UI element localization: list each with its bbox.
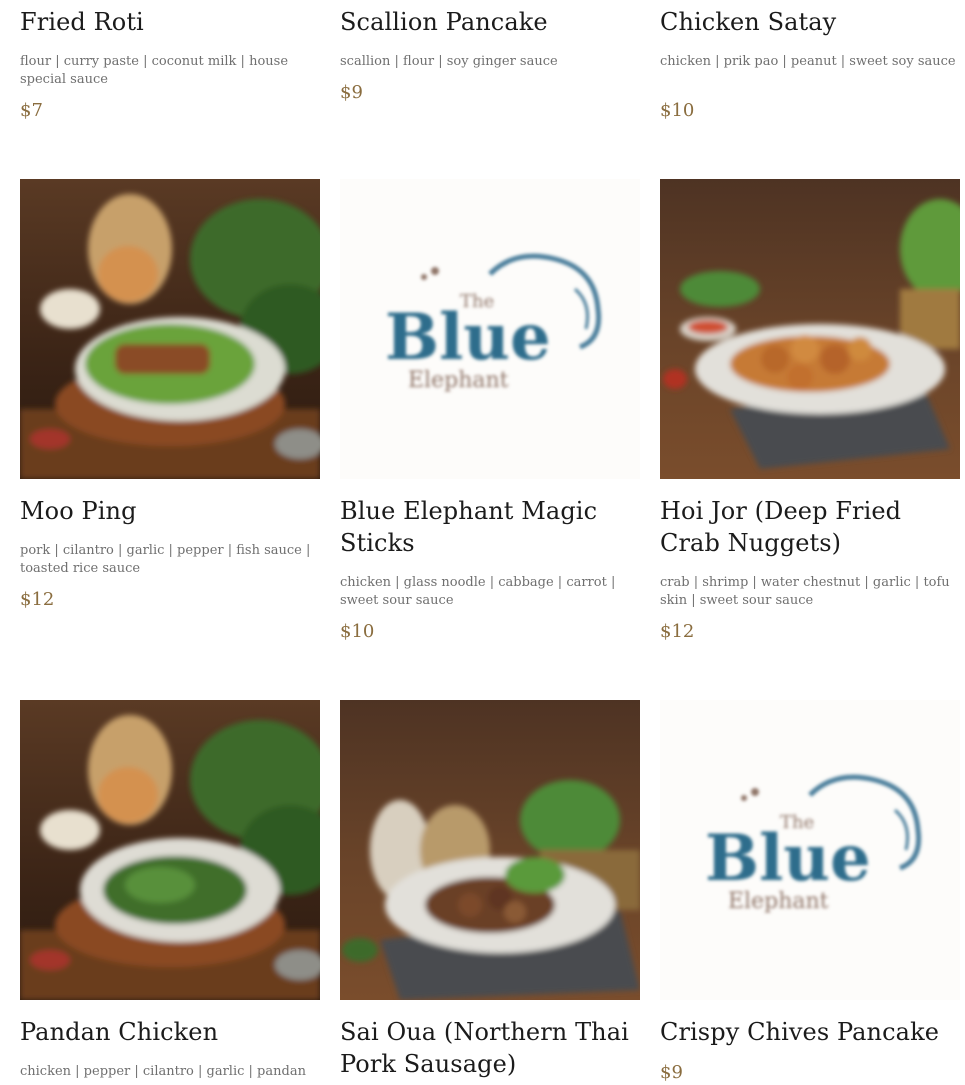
menu-item-price: $9 (340, 82, 363, 103)
logo-placeholder-image[interactable]: The Blue Elephant (340, 179, 640, 479)
menu-item-name: Moo Ping (20, 497, 137, 525)
menu-item-price: $10 (340, 621, 375, 642)
menu-item-name: Chicken Satay (660, 8, 837, 36)
svg-text:Blue: Blue (705, 821, 871, 896)
menu-item-description: chicken | pepper | cilantro | garlic | p… (20, 1064, 306, 1079)
blue-elephant-logo: The Blue Elephant (340, 179, 640, 479)
svg-text:Elephant: Elephant (728, 889, 829, 914)
menu-item-name: Crispy Chives Pancake (660, 1018, 940, 1046)
menu-item-name: Fried Roti (20, 8, 144, 36)
menu-item-price: $9 (660, 1062, 683, 1083)
menu-item-description: pork | cilantro | garlic | pepper | fish… (20, 543, 311, 576)
food-photo[interactable] (660, 179, 960, 479)
menu-item-description: chicken | glass noodle | cabbage | carro… (340, 575, 616, 608)
menu-item-name: Scallion Pancake (340, 8, 548, 36)
blue-elephant-logo: The Blue Elephant (660, 700, 960, 1000)
menu-item-price: $12 (20, 589, 55, 610)
food-photo-image (20, 179, 320, 479)
logo-placeholder-image[interactable]: The Blue Elephant (660, 700, 960, 1000)
food-photo-image (20, 700, 320, 1000)
food-photo[interactable] (340, 700, 640, 1000)
menu-item-name: Sai Oua (Northern Thai Pork Sausage) (340, 1018, 629, 1078)
menu-item-description: flour | curry paste | coconut milk | hou… (20, 54, 289, 87)
food-photo[interactable] (20, 700, 320, 1000)
food-photo-image (340, 700, 640, 1000)
food-photo-image (660, 179, 960, 479)
svg-text:Elephant: Elephant (408, 368, 509, 393)
menu-item-description: chicken | prik pao | peanut | sweet soy … (660, 54, 956, 69)
menu-item-description: crab | shrimp | water chestnut | garlic … (660, 575, 950, 608)
menu-item-description: scallion | flour | soy ginger sauce (340, 54, 558, 69)
menu-item-price: $7 (20, 100, 43, 121)
menu-item-name: Hoi Jor (Deep Fried Crab Nuggets) (660, 497, 902, 557)
menu-item-name: Blue Elephant Magic Sticks (340, 497, 598, 557)
svg-text:Blue: Blue (385, 300, 551, 375)
menu-item-price: $12 (660, 621, 695, 642)
menu-item-name: Pandan Chicken (20, 1018, 219, 1046)
menu-item-price: $10 (660, 100, 695, 121)
food-photo[interactable] (20, 179, 320, 479)
